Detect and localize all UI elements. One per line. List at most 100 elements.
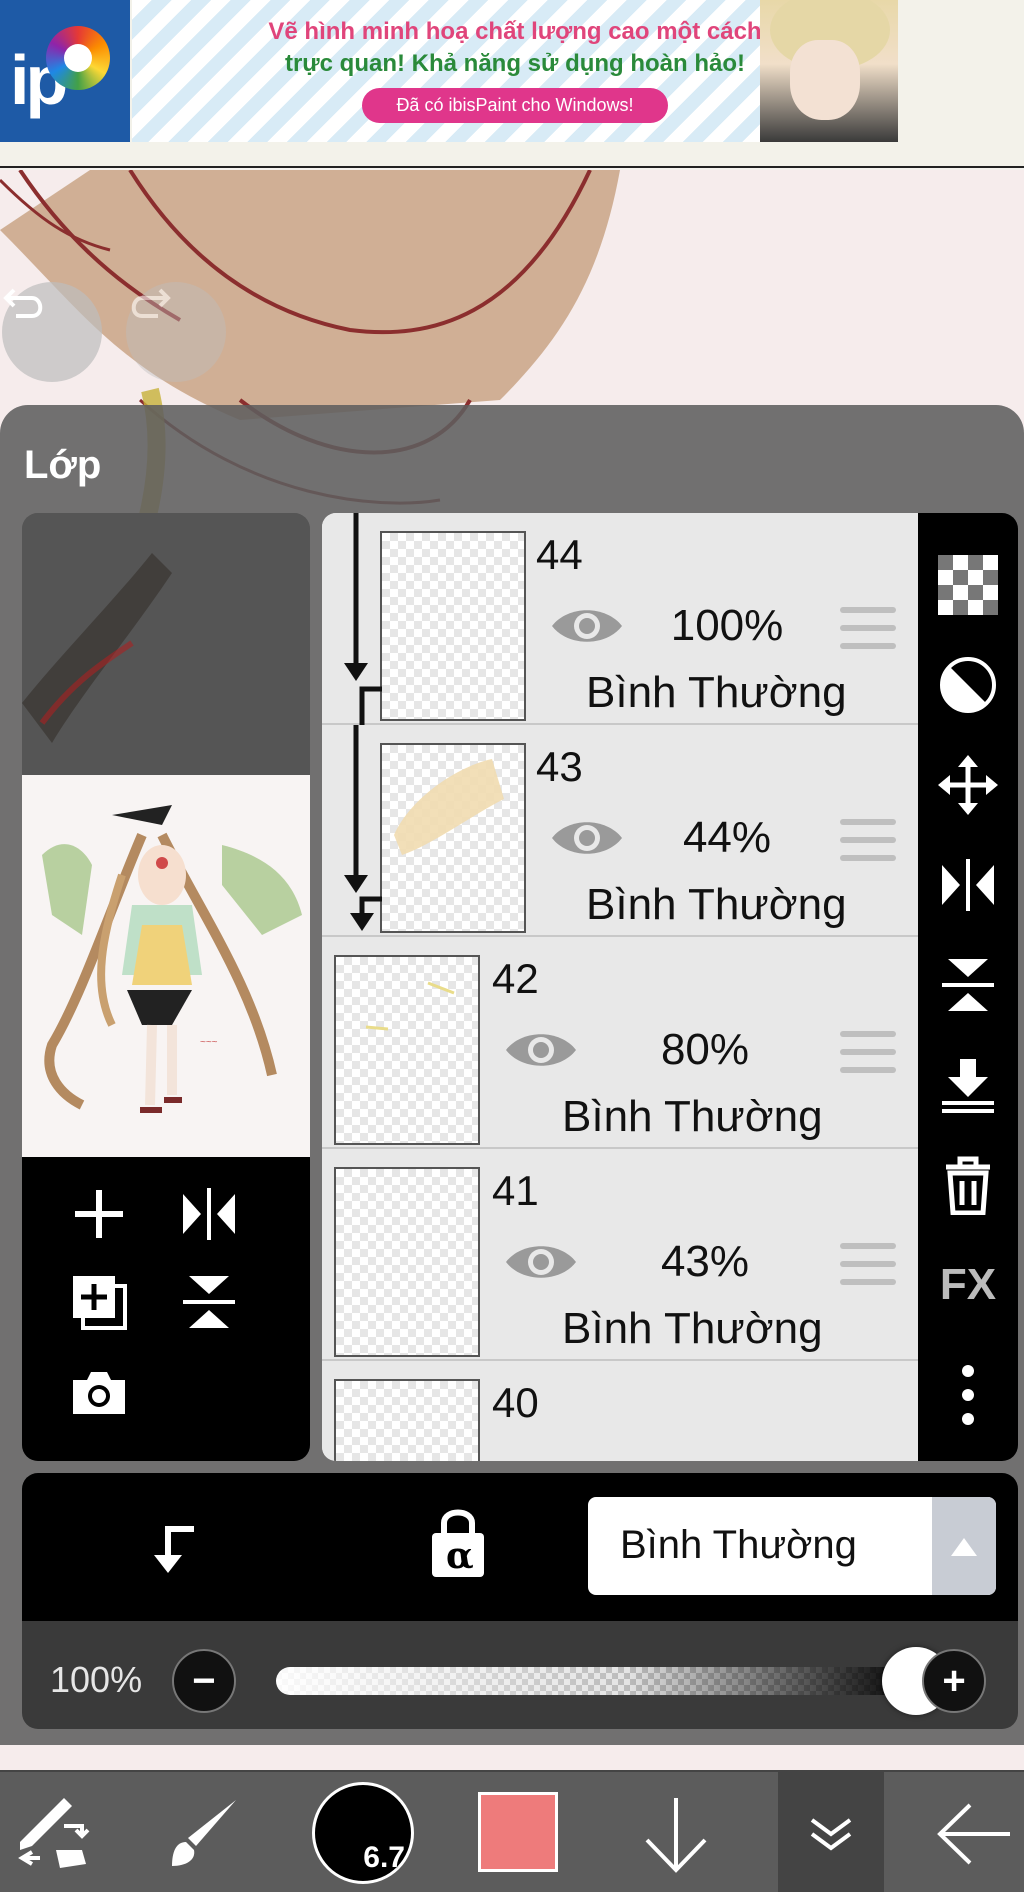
ibispaint-logo[interactable]: ip <box>0 0 130 142</box>
opacity-slider-track[interactable] <box>276 1667 916 1695</box>
layer-row-41[interactable]: 41 43% Bình Thường <box>322 1149 918 1361</box>
layer-tools-toolbar: FX <box>918 513 1018 1461</box>
undo-button[interactable] <box>2 282 102 382</box>
preview-toolbar <box>22 1157 310 1461</box>
layer-blend-mode: Bình Thường <box>562 1092 823 1141</box>
eye-icon[interactable] <box>550 815 624 861</box>
redo-icon <box>131 288 171 318</box>
preview-selection-area <box>22 513 310 775</box>
trash-icon <box>946 1156 990 1215</box>
ad-banner[interactable]: ip Vẽ hình minh hoạ chất lượng cao một c… <box>0 0 1024 168</box>
brush-size-button[interactable]: 6.7 <box>312 1782 414 1884</box>
add-layer-icon <box>75 1190 123 1238</box>
layer-row-44[interactable]: 44 100% Bình Thường <box>322 513 918 725</box>
eye-icon[interactable] <box>504 1239 578 1285</box>
bottom-toolbar: 6.7 <box>0 1770 1024 1892</box>
clipping-button[interactable] <box>132 1507 212 1587</box>
drag-handle-icon[interactable] <box>840 819 896 861</box>
more-icon <box>962 1365 974 1425</box>
flip-horizontal-button[interactable] <box>936 853 1000 917</box>
back-button[interactable] <box>924 1786 1024 1882</box>
flip-layer-horizontal-button[interactable] <box>174 1179 244 1249</box>
clipping-arrow-icon <box>154 1526 194 1573</box>
brush-icon <box>172 1800 236 1866</box>
ad-cta-button[interactable]: Đã có ibisPaint cho Windows! <box>362 88 668 123</box>
layer-number: 42 <box>492 955 539 1002</box>
layer-opacity: 44% <box>682 813 772 862</box>
layer-thumbnail-artwork: ~~~ <box>22 775 310 1157</box>
color-swatch-button[interactable] <box>478 1792 558 1872</box>
eye-icon[interactable] <box>504 1027 578 1073</box>
transparency-icon <box>938 555 998 615</box>
transparency-button[interactable] <box>936 553 1000 617</box>
eye-icon[interactable] <box>550 603 624 649</box>
layer-mask-button[interactable] <box>936 653 1000 717</box>
mask-icon <box>940 657 996 713</box>
arrow-down-icon <box>645 1798 707 1873</box>
layer-opacity: 100% <box>670 601 784 650</box>
transform-icon <box>18 1798 90 1868</box>
minus-icon: − <box>192 1659 216 1703</box>
merge-down-icon <box>942 1059 994 1113</box>
layer-blend-mode: Bình Thường <box>562 1304 823 1353</box>
alpha-lock-button[interactable]: α <box>418 1503 498 1591</box>
flip-vertical-icon <box>942 959 994 1011</box>
layer-row-42[interactable]: 42 80% Bình Thường <box>322 937 918 1149</box>
layer-number: 44 <box>536 531 583 578</box>
layer-preview: ~~~ <box>22 513 310 1461</box>
drag-handle-icon[interactable] <box>840 1243 896 1285</box>
layer-thumbnail[interactable] <box>380 531 526 721</box>
layer-opacity: 43% <box>660 1237 750 1286</box>
flip-horizontal-icon <box>942 859 994 911</box>
layer-opacity: 80% <box>660 1025 750 1074</box>
drag-handle-icon[interactable] <box>840 1031 896 1073</box>
drag-handle-icon[interactable] <box>840 607 896 649</box>
alpha-symbol: α <box>446 1535 474 1577</box>
brush-tool-button[interactable] <box>154 1786 254 1882</box>
back-arrow-icon <box>937 1803 1010 1865</box>
layer-number: 41 <box>492 1167 539 1214</box>
camera-button[interactable] <box>64 1357 134 1427</box>
duplicate-layer-button[interactable] <box>64 1267 134 1337</box>
layer-blend-mode: Bình Thường <box>586 880 847 929</box>
opacity-value: 100% <box>50 1659 143 1700</box>
clipping-arrows <box>344 513 382 931</box>
layer-list[interactable]: 44 100% Bình Thường 43 44% Bình Thường 4… <box>322 513 918 1461</box>
panel-title: Lớp <box>24 443 102 487</box>
flip-layer-vertical-button[interactable] <box>174 1267 244 1337</box>
dropdown-arrow-icon[interactable] <box>932 1497 996 1595</box>
opacity-increase-button[interactable]: + <box>922 1649 986 1713</box>
color-wheel-icon <box>46 26 110 90</box>
blend-mode-select[interactable]: Bình Thường <box>588 1497 996 1595</box>
delete-layer-button[interactable] <box>936 1153 1000 1217</box>
plus-icon: + <box>942 1659 966 1703</box>
move-icon <box>938 755 998 815</box>
add-layer-button[interactable] <box>64 1179 134 1249</box>
layer-number: 43 <box>536 743 583 790</box>
move-layer-button[interactable] <box>936 753 1000 817</box>
flip-vertical-icon <box>183 1276 235 1328</box>
layer-thumbnail[interactable] <box>380 743 526 933</box>
opacity-control-bar: 100% − + <box>22 1621 1018 1729</box>
ad-portrait-image <box>760 0 898 142</box>
redo-button[interactable] <box>126 282 226 382</box>
fx-button[interactable]: FX <box>936 1253 1000 1317</box>
more-options-button[interactable] <box>936 1363 1000 1427</box>
layer-row-40[interactable]: 40 <box>322 1361 918 1461</box>
arrow-down-button[interactable] <box>626 1786 726 1882</box>
transform-tool-button[interactable] <box>2 1786 102 1882</box>
blend-mode-value: Bình Thường <box>620 1523 857 1567</box>
camera-icon <box>73 1372 125 1414</box>
flip-horizontal-icon <box>183 1188 235 1240</box>
layers-toggle-button[interactable] <box>778 1772 884 1892</box>
layers-toggle-icon <box>810 1818 852 1851</box>
flip-vertical-button[interactable] <box>936 953 1000 1017</box>
layer-blend-mode: Bình Thường <box>586 668 847 717</box>
layer-number: 40 <box>492 1379 539 1426</box>
ibispaint-screen: ip Vẽ hình minh hoạ chất lượng cao một c… <box>0 0 1024 1892</box>
opacity-decrease-button[interactable]: − <box>172 1649 236 1713</box>
merge-down-button[interactable] <box>936 1053 1000 1117</box>
layer-row-43[interactable]: 43 44% Bình Thường <box>322 725 918 937</box>
duplicate-layer-icon <box>73 1276 127 1330</box>
layer-panel: Lớp ~~~ 44 100% Bình Thường 43 44% Bình … <box>0 405 1024 1745</box>
